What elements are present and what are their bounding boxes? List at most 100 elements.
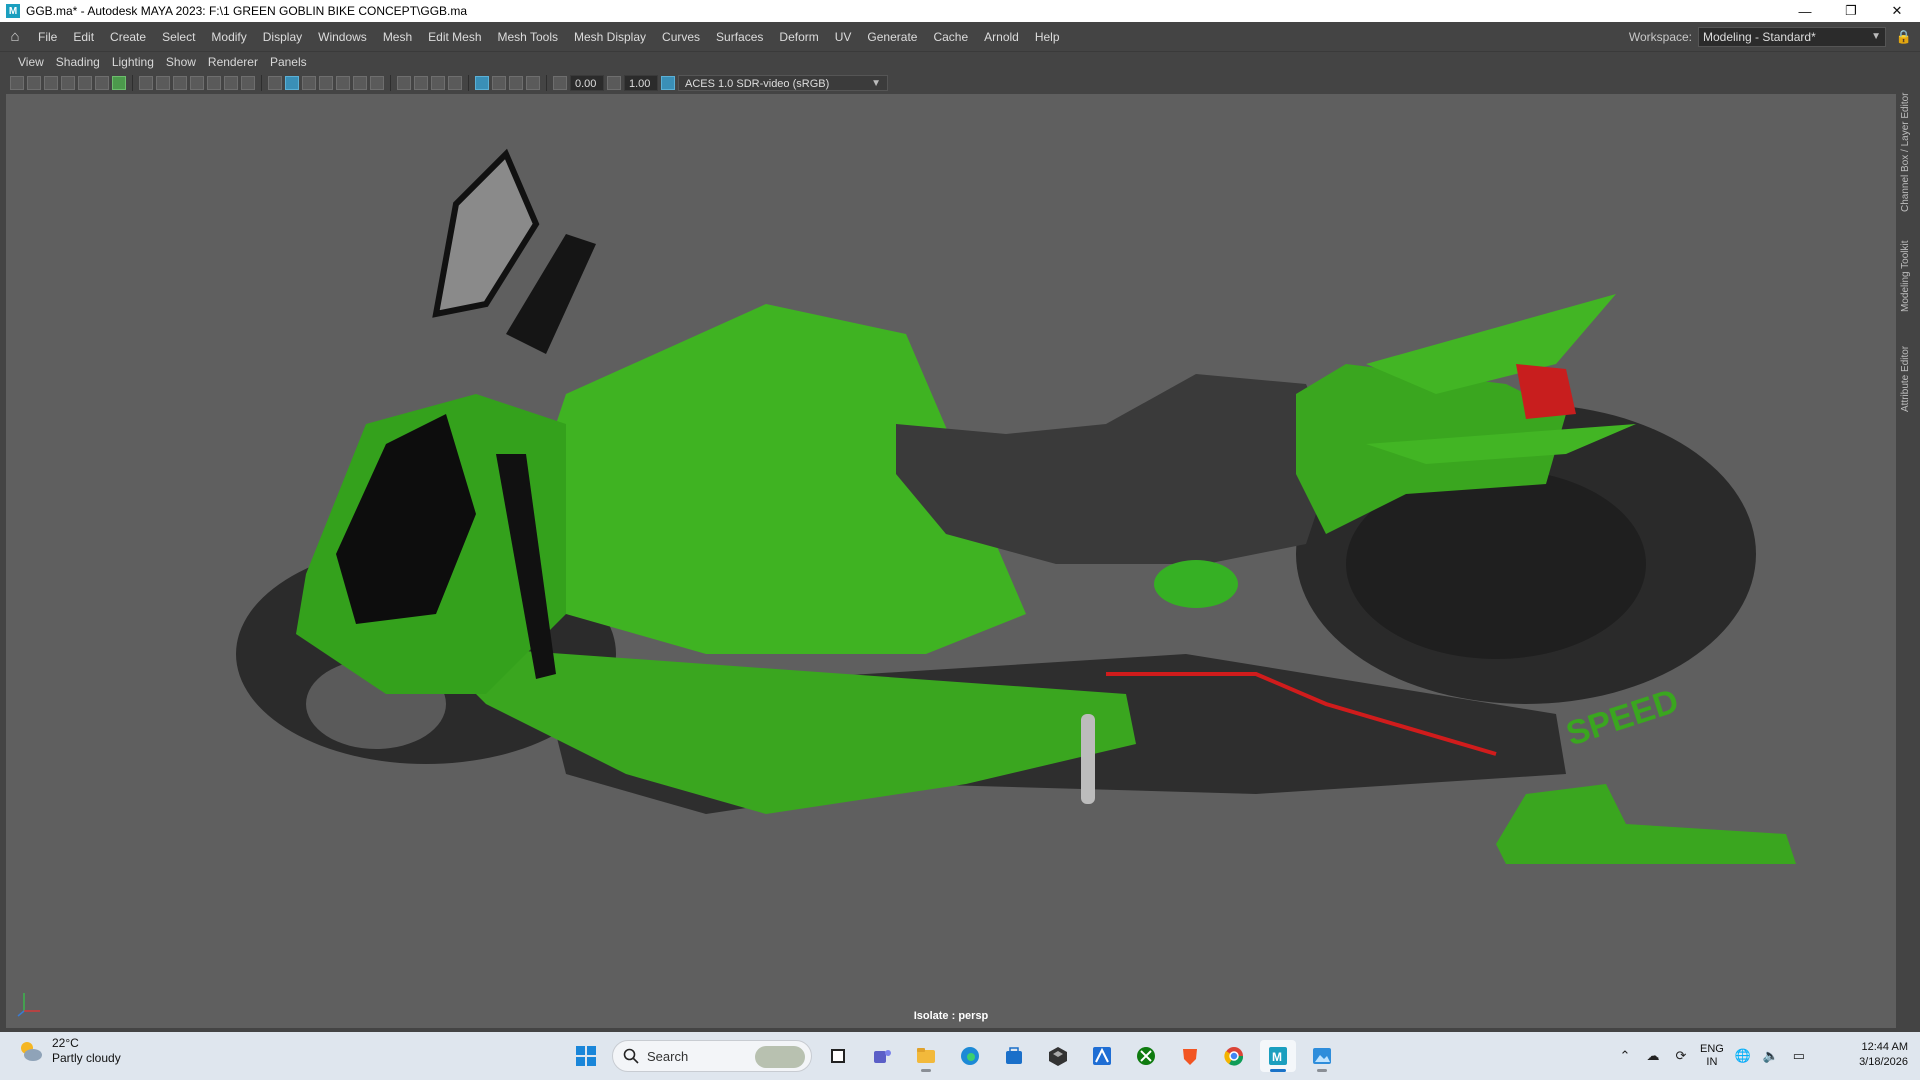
task-view-button[interactable]: [820, 1040, 856, 1072]
menu-modify[interactable]: Modify: [203, 22, 254, 52]
menu-generate[interactable]: Generate: [859, 22, 925, 52]
xray-icon[interactable]: [492, 76, 506, 90]
xray-active-components-icon[interactable]: [509, 76, 523, 90]
workspace-select[interactable]: Modeling - Standard* ▼: [1698, 26, 1886, 47]
close-button[interactable]: ✕: [1874, 0, 1920, 22]
wireframe-on-shaded-icon[interactable]: [319, 76, 333, 90]
maximize-button[interactable]: ❐: [1828, 0, 1874, 22]
use-all-lights-icon[interactable]: [353, 76, 367, 90]
gamma-icon[interactable]: [607, 76, 621, 90]
menu-surfaces[interactable]: Surfaces: [708, 22, 771, 52]
taskbar-apps: Search M: [568, 1040, 1340, 1072]
brave-button[interactable]: [1172, 1040, 1208, 1072]
menu-uv[interactable]: UV: [827, 22, 860, 52]
panel-menu-shading[interactable]: Shading: [50, 55, 106, 69]
photos-button[interactable]: [1304, 1040, 1340, 1072]
bike-model-render[interactable]: SPEED: [6, 94, 1896, 1028]
smooth-shade-icon[interactable]: [285, 76, 299, 90]
tab-attribute-editor[interactable]: Attribute Editor: [1900, 322, 1918, 412]
menu-curves[interactable]: Curves: [654, 22, 708, 52]
chevron-up-icon[interactable]: ⌃: [1616, 1047, 1634, 1065]
menu-cache[interactable]: Cache: [925, 22, 976, 52]
xray-joints-icon[interactable]: [526, 76, 540, 90]
unity-button[interactable]: [1040, 1040, 1076, 1072]
image-plane-icon[interactable]: [61, 76, 75, 90]
minimize-button[interactable]: —: [1782, 0, 1828, 22]
depth-of-field-icon[interactable]: [448, 76, 462, 90]
default-material-icon[interactable]: [302, 76, 316, 90]
file-explorer-button[interactable]: [908, 1040, 944, 1072]
xbox-icon: [1137, 1047, 1155, 1065]
panel-menu-show[interactable]: Show: [160, 55, 202, 69]
menu-select[interactable]: Select: [154, 22, 203, 52]
panel-menu-panels[interactable]: Panels: [264, 55, 313, 69]
grid-icon[interactable]: [139, 76, 153, 90]
start-button[interactable]: [568, 1040, 604, 1072]
home-icon[interactable]: ⌂: [0, 22, 30, 52]
clock[interactable]: 12:44 AM 3/18/2026: [1848, 1040, 1908, 1070]
taskbar-search[interactable]: Search: [612, 1040, 812, 1072]
gamma-field[interactable]: 1.00: [624, 75, 658, 91]
tab-modeling-toolkit[interactable]: Modeling Toolkit: [1900, 222, 1918, 312]
resolution-gate-icon[interactable]: [173, 76, 187, 90]
menu-windows[interactable]: Windows: [310, 22, 375, 52]
store-button[interactable]: [996, 1040, 1032, 1072]
autocad-button[interactable]: [1084, 1040, 1120, 1072]
lock-icon[interactable]: 🔒: [1894, 29, 1914, 45]
teams-button[interactable]: [864, 1040, 900, 1072]
safe-title-icon[interactable]: [241, 76, 255, 90]
search-placeholder: Search: [647, 1048, 689, 1064]
menu-help[interactable]: Help: [1027, 22, 1068, 52]
film-gate-icon[interactable]: [156, 76, 170, 90]
3d-viewport[interactable]: SPEED Isolate : persp: [6, 94, 1896, 1028]
globe-network-icon[interactable]: 🌐: [1734, 1047, 1752, 1065]
battery-icon[interactable]: ▭: [1790, 1047, 1808, 1065]
safe-action-icon[interactable]: [224, 76, 238, 90]
anti-aliasing-icon[interactable]: [431, 76, 445, 90]
menu-mesh-display[interactable]: Mesh Display: [566, 22, 654, 52]
chrome-button[interactable]: [1216, 1040, 1252, 1072]
menu-arnold[interactable]: Arnold: [976, 22, 1027, 52]
menu-deform[interactable]: Deform: [771, 22, 826, 52]
bookmarks-icon[interactable]: [44, 76, 58, 90]
motion-blur-icon[interactable]: [414, 76, 428, 90]
grease-pencil-icon[interactable]: [78, 76, 92, 90]
menu-edit-mesh[interactable]: Edit Mesh: [420, 22, 489, 52]
sync-icon[interactable]: ⟳: [1672, 1047, 1690, 1065]
tab-channel-box[interactable]: Channel Box / Layer Editor: [1900, 62, 1918, 212]
camera-select-icon[interactable]: [10, 76, 24, 90]
menu-mesh[interactable]: Mesh: [375, 22, 420, 52]
menu-create[interactable]: Create: [102, 22, 154, 52]
panel-menu-lighting[interactable]: Lighting: [106, 55, 160, 69]
color-space-select[interactable]: ACES 1.0 SDR-video (sRGB) ▼: [678, 75, 888, 91]
panel-menu-renderer[interactable]: Renderer: [202, 55, 264, 69]
maya-taskbar-button[interactable]: M: [1260, 1040, 1296, 1072]
folder-icon: [917, 1048, 935, 1063]
edge-button[interactable]: [952, 1040, 988, 1072]
2d-pan-zoom-icon[interactable]: [95, 76, 109, 90]
gate-mask-icon[interactable]: [190, 76, 204, 90]
exposure-icon[interactable]: [553, 76, 567, 90]
exposure-field[interactable]: 0.00: [570, 75, 604, 91]
grease-pencil-tool-icon[interactable]: [112, 76, 126, 90]
color-management-icon[interactable]: [661, 76, 675, 90]
menu-mesh-tools[interactable]: Mesh Tools: [490, 22, 566, 52]
speaker-icon[interactable]: 🔈: [1762, 1047, 1780, 1065]
weather-widget[interactable]: 22°C Partly cloudy: [16, 1036, 121, 1066]
isolate-select-icon[interactable]: [475, 76, 489, 90]
weather-temperature: 22°C: [52, 1036, 79, 1050]
textured-icon[interactable]: [336, 76, 350, 90]
wireframe-icon[interactable]: [268, 76, 282, 90]
menu-edit[interactable]: Edit: [65, 22, 102, 52]
windows-taskbar: 22°C Partly cloudy Search M ⌃ ☁ ⟳ ENG IN…: [0, 1032, 1920, 1080]
screen-space-ao-icon[interactable]: [397, 76, 411, 90]
camera-attributes-icon[interactable]: [27, 76, 41, 90]
cloud-offline-icon[interactable]: ☁: [1644, 1047, 1662, 1065]
panel-menu-view[interactable]: View: [12, 55, 50, 69]
xbox-button[interactable]: [1128, 1040, 1164, 1072]
menu-display[interactable]: Display: [255, 22, 310, 52]
shadows-icon[interactable]: [370, 76, 384, 90]
menu-file[interactable]: File: [30, 22, 65, 52]
language-indicator[interactable]: ENG IN: [1700, 1043, 1724, 1069]
field-chart-icon[interactable]: [207, 76, 221, 90]
